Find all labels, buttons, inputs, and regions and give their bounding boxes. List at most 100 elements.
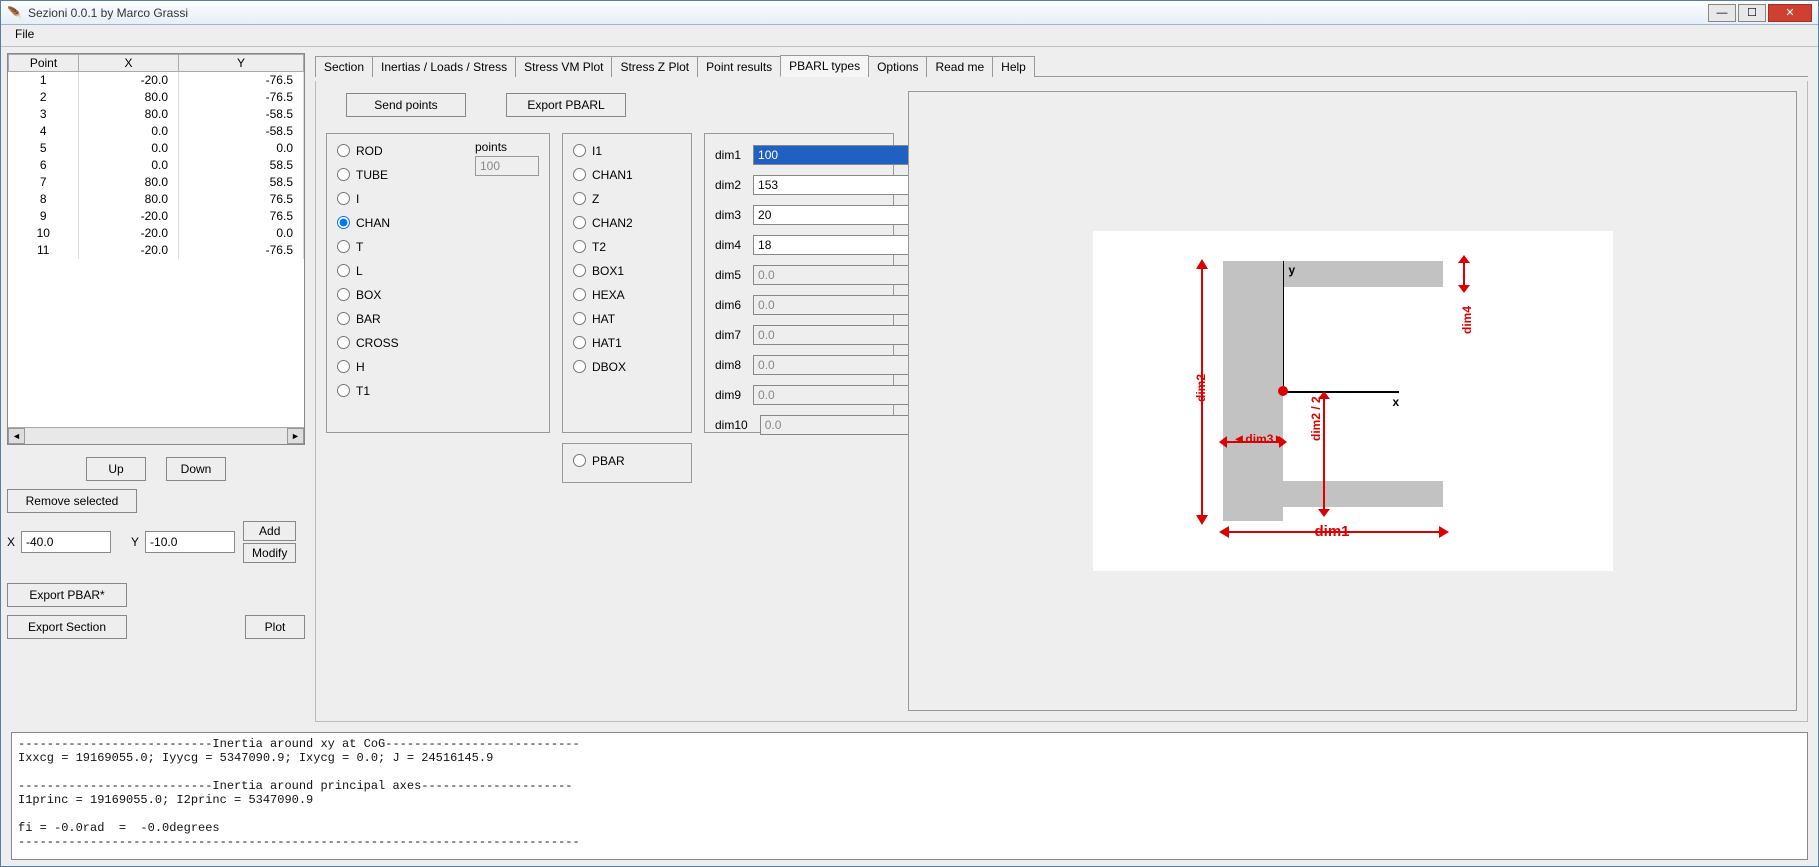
- radio-z[interactable]: Z: [573, 188, 681, 209]
- dimensions-panel: dim1 dim2 dim3 dim4 dim5 dim6 dim7 dim8 …: [704, 133, 894, 433]
- table-row[interactable]: 11-20.0-76.5: [9, 242, 304, 259]
- export-pbarl-button[interactable]: Export PBARL: [506, 93, 626, 117]
- x-axis-label: x: [1393, 395, 1400, 409]
- radio-box1[interactable]: BOX1: [573, 260, 681, 281]
- table-row[interactable]: 380.0-58.5: [9, 106, 304, 123]
- dim8-input: [753, 355, 918, 375]
- dim3-label: ◄dim3►: [1233, 431, 1287, 446]
- radio-box[interactable]: BOX: [337, 284, 467, 305]
- minimize-button[interactable]: —: [1708, 4, 1736, 22]
- dim1-input[interactable]: [753, 145, 918, 165]
- radio-tube[interactable]: TUBE: [337, 164, 467, 185]
- menubar: File: [1, 25, 1818, 47]
- radio-hexa[interactable]: HEXA: [573, 284, 681, 305]
- dim9-input: [753, 385, 918, 405]
- radio-chan[interactable]: CHAN: [337, 212, 467, 233]
- dim2-input[interactable]: [753, 175, 918, 195]
- export-pbar-button[interactable]: Export PBAR*: [7, 583, 127, 607]
- tab-inertias-loads-stress[interactable]: Inertias / Loads / Stress: [372, 56, 516, 77]
- radio-chan1[interactable]: CHAN1: [573, 164, 681, 185]
- table-row[interactable]: 10-20.00.0: [9, 225, 304, 242]
- table-row[interactable]: 1-20.0-76.5: [9, 72, 304, 89]
- radio-t1[interactable]: T1: [337, 380, 467, 401]
- down-button[interactable]: Down: [166, 457, 226, 481]
- table-row[interactable]: 50.00.0: [9, 140, 304, 157]
- tabs: SectionInertias / Loads / StressStress V…: [315, 53, 1808, 77]
- radio-hat1[interactable]: HAT1: [573, 332, 681, 353]
- radio-dbox[interactable]: DBOX: [573, 356, 681, 377]
- radio-t[interactable]: T: [337, 236, 467, 257]
- close-button[interactable]: ✕: [1768, 4, 1812, 22]
- tab-stress-vm-plot[interactable]: Stress VM Plot: [515, 56, 612, 77]
- col-y[interactable]: Y: [179, 55, 304, 72]
- remove-selected-button[interactable]: Remove selected: [7, 489, 137, 513]
- window-title: Sezioni 0.0.1 by Marco Grassi: [28, 6, 1706, 20]
- table-row[interactable]: 280.0-76.5: [9, 89, 304, 106]
- modify-button[interactable]: Modify: [243, 543, 296, 563]
- tab-help[interactable]: Help: [992, 56, 1035, 77]
- radio-l[interactable]: L: [337, 260, 467, 281]
- y-input[interactable]: [145, 531, 235, 553]
- radio-bar[interactable]: BAR: [337, 308, 467, 329]
- dim1-label: dim1: [1315, 523, 1350, 540]
- y-label: Y: [131, 535, 139, 549]
- tab-pbarl-types[interactable]: PBARL types: [780, 55, 869, 77]
- up-button[interactable]: Up: [86, 457, 146, 481]
- type-group-a: ROD TUBE I CHAN TL BOX BAR CROSS H T1: [337, 140, 467, 440]
- table-row[interactable]: 780.058.5: [9, 174, 304, 191]
- radio-chan2[interactable]: CHAN2: [573, 212, 681, 233]
- radio-hat[interactable]: HAT: [573, 308, 681, 329]
- table-row[interactable]: 60.058.5: [9, 157, 304, 174]
- table-row[interactable]: 9-20.076.5: [9, 208, 304, 225]
- tab-section[interactable]: Section: [315, 56, 373, 77]
- tab-point-results[interactable]: Point results: [697, 56, 781, 77]
- tab-stress-z-plot[interactable]: Stress Z Plot: [611, 56, 698, 77]
- radio-i[interactable]: I: [337, 188, 467, 209]
- table-row[interactable]: 880.076.5: [9, 191, 304, 208]
- scroll-left-icon[interactable]: ◄: [8, 428, 25, 444]
- radio-t2[interactable]: T2: [573, 236, 681, 257]
- menu-file[interactable]: File: [9, 25, 40, 43]
- points-input: [475, 156, 539, 176]
- points-table[interactable]: Point X Y 1-20.0-76.5280.0-76.5380.0-58.…: [7, 53, 305, 445]
- scroll-right-icon[interactable]: ►: [287, 428, 304, 444]
- y-axis-label: y: [1289, 263, 1296, 277]
- x-input[interactable]: [21, 531, 111, 553]
- maximize-button[interactable]: ☐: [1738, 4, 1766, 22]
- add-button[interactable]: Add: [243, 521, 296, 541]
- output-console[interactable]: ---------------------------Inertia aroun…: [11, 732, 1808, 860]
- radio-pbar[interactable]: PBAR: [573, 450, 681, 471]
- export-section-button[interactable]: Export Section: [7, 615, 127, 639]
- dim8-label: dim8: [715, 358, 741, 372]
- radio-rod[interactable]: ROD: [337, 140, 467, 161]
- dim10-input: [760, 415, 925, 435]
- send-points-button[interactable]: Send points: [346, 93, 466, 117]
- points-label: points: [475, 140, 539, 154]
- dim6-input: [753, 295, 918, 315]
- dim5-input: [753, 265, 918, 285]
- titlebar: 🪶 Sezioni 0.0.1 by Marco Grassi — ☐ ✕: [1, 1, 1818, 25]
- plot-button[interactable]: Plot: [245, 615, 305, 639]
- radio-i1[interactable]: I1: [573, 140, 681, 161]
- col-x[interactable]: X: [79, 55, 179, 72]
- dim7-label: dim7: [715, 328, 741, 342]
- dim4-label: dim4: [1460, 306, 1474, 334]
- h-scrollbar[interactable]: ◄ ►: [8, 427, 304, 444]
- dim4-input[interactable]: [753, 235, 918, 255]
- dim4-label: dim4: [715, 238, 741, 252]
- dim1-label: dim1: [715, 148, 741, 162]
- tab-options[interactable]: Options: [868, 56, 927, 77]
- dim2-label: dim2: [1194, 374, 1208, 402]
- section-diagram: y x dim2 dim4: [908, 91, 1797, 711]
- dim10-label: dim10: [715, 418, 748, 432]
- col-point[interactable]: Point: [9, 55, 79, 72]
- radio-cross[interactable]: CROSS: [337, 332, 467, 353]
- radio-h[interactable]: H: [337, 356, 467, 377]
- dim9-label: dim9: [715, 388, 741, 402]
- pbar-radio-input[interactable]: [573, 454, 586, 467]
- tab-read-me[interactable]: Read me: [926, 56, 993, 77]
- type-group-b: I1 CHAN1 Z CHAN2 T2 BOX1 HEXA HAT HAT1 DBOX: [562, 133, 692, 433]
- dim2half-label: dim2 / 2: [1309, 396, 1323, 441]
- dim3-input[interactable]: [753, 205, 918, 225]
- table-row[interactable]: 40.0-58.5: [9, 123, 304, 140]
